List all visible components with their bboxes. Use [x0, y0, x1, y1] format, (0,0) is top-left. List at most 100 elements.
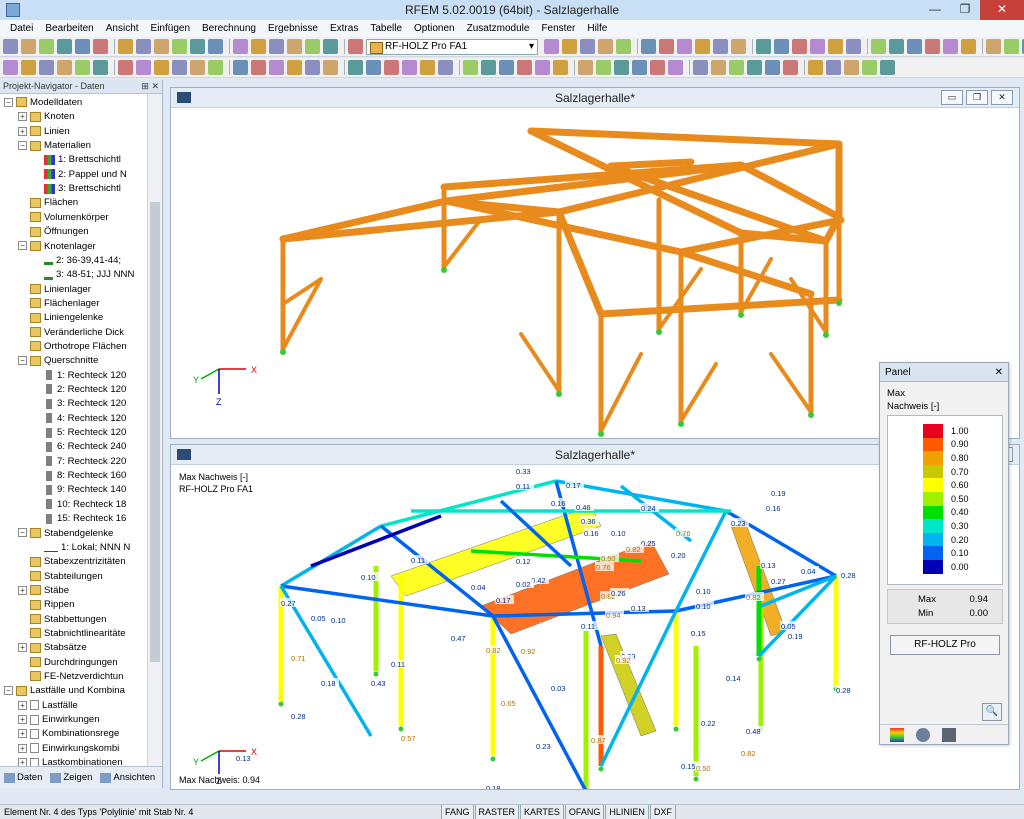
close-button[interactable]: ✕ — [980, 0, 1024, 20]
tree-item[interactable]: + Stäbe — [18, 584, 69, 598]
expand-icon[interactable]: + — [18, 585, 27, 595]
menu-zusatzmodule[interactable]: Zusatzmodule — [461, 20, 536, 37]
toolbar-tool-icon[interactable] — [172, 60, 187, 75]
module-case-combo[interactable]: RF-HOLZ Pro FA1 — [366, 38, 538, 55]
tree-item[interactable]: + Lastkombinationen — [18, 756, 123, 766]
toolbar-tool-icon[interactable] — [438, 60, 453, 75]
menu-einfügen[interactable]: Einfügen — [145, 20, 196, 37]
toolbar-tool-icon[interactable] — [3, 60, 18, 75]
support-node[interactable] — [598, 431, 604, 437]
toolbar-tool-icon[interactable] — [871, 39, 886, 54]
menu-hilfe[interactable]: Hilfe — [581, 20, 613, 37]
toolbar-tool-icon[interactable] — [961, 39, 976, 54]
toolbar-tool-icon[interactable] — [713, 39, 728, 54]
support-node[interactable] — [756, 656, 762, 662]
toolbar-tool-icon[interactable] — [136, 60, 151, 75]
tree-item[interactable]: 7: Rechteck 220 — [32, 455, 126, 469]
collapse-icon[interactable]: − — [18, 241, 27, 251]
toolbar-tool-icon[interactable] — [544, 39, 559, 54]
toolbar-tool-icon[interactable] — [828, 39, 843, 54]
tree-item[interactable]: Stabexzentrizitäten — [18, 555, 126, 569]
support-node[interactable] — [373, 671, 379, 677]
tree-item[interactable]: − Lastfälle und Kombina — [4, 684, 125, 698]
support-node[interactable] — [556, 391, 562, 397]
support-node[interactable] — [490, 756, 496, 762]
expand-icon[interactable]: + — [18, 743, 27, 753]
toolbar-tool-icon[interactable] — [889, 39, 904, 54]
toolbar-tool-icon[interactable] — [695, 39, 710, 54]
toolbar-tool-icon[interactable] — [578, 60, 593, 75]
toolbar-tool-icon[interactable] — [632, 60, 647, 75]
timber-member[interactable] — [769, 352, 813, 414]
view1-close-button[interactable]: ✕ — [991, 90, 1013, 105]
tree-item[interactable]: + Linien — [18, 125, 70, 139]
toolbar-tool-icon[interactable] — [810, 39, 825, 54]
tree-item[interactable]: 3: 48-51; JJJ NNN — [32, 268, 134, 282]
tree-item[interactable]: FE-Netzverdichtun — [18, 670, 123, 684]
toolbar-tool-icon[interactable] — [57, 60, 72, 75]
toolbar-tool-icon[interactable] — [650, 60, 665, 75]
color-scale-tab-icon[interactable] — [890, 727, 904, 742]
menu-ansicht[interactable]: Ansicht — [100, 20, 145, 37]
status-toggle-fang[interactable]: FANG — [441, 805, 474, 819]
toolbar-tool-icon[interactable] — [348, 60, 363, 75]
support-node[interactable] — [738, 312, 744, 318]
toolbar-tool-icon[interactable] — [154, 60, 169, 75]
toolbar-tool-icon[interactable] — [783, 60, 798, 75]
toolbar-tool-icon[interactable] — [208, 60, 223, 75]
timber-member[interactable] — [679, 362, 718, 423]
toolbar-tool-icon[interactable] — [774, 39, 789, 54]
toolbar-tool-icon[interactable] — [792, 39, 807, 54]
expand-icon[interactable]: + — [18, 729, 27, 739]
tree-item[interactable]: Linienlager — [18, 283, 91, 297]
timber-member[interactable] — [519, 332, 561, 393]
tab-daten[interactable]: Daten — [0, 772, 46, 783]
menu-berechnung[interactable]: Berechnung — [196, 20, 262, 37]
tree-item[interactable]: 3: Brettschichtl — [32, 182, 121, 196]
toolbar-tool-icon[interactable] — [251, 39, 266, 54]
tree-item[interactable]: 1: Brettschichtl — [32, 153, 121, 167]
toolbar-tool-icon[interactable] — [844, 60, 859, 75]
toolbar-tool-icon[interactable] — [481, 60, 496, 75]
toolbar-tool-icon[interactable] — [233, 60, 248, 75]
toolbar-tool-icon[interactable] — [93, 60, 108, 75]
toolbar-tool-icon[interactable] — [21, 60, 36, 75]
toolbar-tool-icon[interactable] — [75, 60, 90, 75]
toolbar-tool-icon[interactable] — [499, 60, 514, 75]
toolbar-tool-icon[interactable] — [846, 39, 861, 54]
toolbar-tool-icon[interactable] — [517, 60, 532, 75]
navigator-header-buttons[interactable]: ⊞ ✕ — [141, 80, 159, 93]
tree-item[interactable]: 9: Rechteck 140 — [32, 483, 126, 497]
toolbar-tool-icon[interactable] — [3, 39, 18, 54]
toolbar-tool-icon[interactable] — [826, 60, 841, 75]
tree-item[interactable]: Flächen — [18, 196, 78, 210]
toolbar-tool-icon[interactable] — [39, 60, 54, 75]
collapse-icon[interactable]: − — [18, 141, 27, 151]
panel-close-icon[interactable]: ✕ — [995, 363, 1003, 382]
tree-item[interactable]: Veränderliche Dick — [18, 326, 124, 340]
toolbar-tool-icon[interactable] — [269, 60, 284, 75]
toolbar-tool-icon[interactable] — [616, 39, 631, 54]
tree-item[interactable]: − Materialien — [18, 139, 91, 153]
tree-item[interactable]: − Querschnitte — [18, 354, 98, 368]
tree-item[interactable]: Volumenkörper — [18, 211, 109, 225]
toolbar-tool-icon[interactable] — [190, 39, 205, 54]
tab-ansichten[interactable]: Ansichten — [96, 772, 159, 783]
toolbar-tool-icon[interactable] — [729, 60, 744, 75]
tree-item[interactable]: Stabnichtlinearitäte — [18, 627, 126, 641]
toolbar-tool-icon[interactable] — [756, 39, 771, 54]
toolbar-tool-icon[interactable] — [420, 60, 435, 75]
tree-item[interactable]: 1: Lokal; NNN N — [32, 541, 130, 555]
toolbar-tool-icon[interactable] — [668, 60, 683, 75]
toolbar-tool-icon[interactable] — [190, 60, 205, 75]
toolbar-tool-icon[interactable] — [136, 39, 151, 54]
tree-item[interactable]: Rippen — [18, 598, 74, 612]
status-toggle-kartes[interactable]: KARTES — [520, 805, 564, 819]
status-toggle-ofang[interactable]: OFANG — [564, 805, 605, 819]
timber-member[interactable] — [599, 352, 643, 433]
menu-fenster[interactable]: Fenster — [535, 20, 581, 37]
tree-item[interactable]: − Stabendgelenke — [18, 527, 113, 541]
toolbar-tool-icon[interactable] — [614, 60, 629, 75]
toolbar-tool-icon[interactable] — [711, 60, 726, 75]
tree-item[interactable]: 4: Rechteck 120 — [32, 412, 126, 426]
